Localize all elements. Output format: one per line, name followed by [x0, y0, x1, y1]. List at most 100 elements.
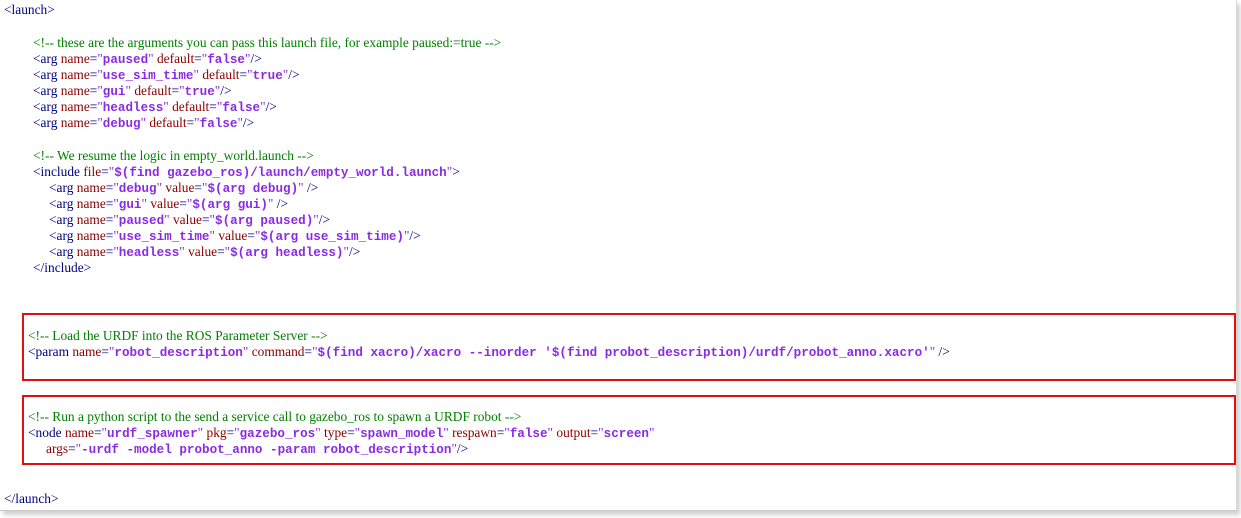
code-token-tag: <param [28, 344, 73, 359]
code-token-string: debug [118, 182, 157, 196]
code-line-arg-gui: <arg name="gui" default="true"/> [33, 83, 232, 99]
code-token-tag: <arg [33, 99, 61, 114]
code-token-tag: /> [409, 228, 421, 243]
code-token-string: gazebo_ros [239, 427, 316, 441]
code-line-include-open: <include file="$(find gazebo_ros)/launch… [33, 164, 460, 180]
code-token-equals: = [201, 212, 210, 227]
code-token-tag: /> [938, 344, 950, 359]
code-token-attribute: value [150, 196, 180, 211]
code-line-launch-open: <launch> [4, 2, 55, 18]
code-token-quote: " [179, 244, 189, 259]
code-token-tag: <arg [49, 228, 77, 243]
code-token-tag: <arg [49, 196, 77, 211]
code-token-string: gui [118, 198, 142, 212]
code-token-tag: <arg [33, 67, 61, 82]
code-token-attribute: respawn [452, 425, 497, 440]
code-token-equals: = [93, 425, 102, 440]
code-token-string: headless [118, 246, 180, 260]
code-token-equals: = [209, 99, 217, 114]
code-token-tag: <launch> [4, 2, 55, 17]
code-token-equals: = [68, 441, 76, 456]
code-token-tag: <node [28, 425, 65, 440]
code-token-quote: " [141, 196, 151, 211]
code-line-node-args: args="-urdf -model probot_anno -param ro… [46, 441, 468, 457]
code-token-equals: = [239, 67, 248, 82]
code-token-string: false [509, 427, 548, 441]
code-token-quote: " [163, 99, 173, 114]
code-token-quote: " [148, 51, 157, 66]
code-token-attribute: args [46, 441, 69, 456]
code-token-comment: <!-- We resume the logic in empty_world.… [33, 148, 314, 163]
code-token-attribute: name [76, 196, 106, 211]
code-line-launch-close: </launch> [4, 491, 59, 507]
code-token-attribute: default [202, 67, 240, 82]
code-token-string: $(arg headless) [230, 246, 344, 260]
code-token-attribute: pkg [206, 425, 227, 440]
code-token-string: use_sim_time [118, 230, 210, 244]
code-token-tag: <include [33, 164, 84, 179]
code-token-attribute: name [60, 99, 90, 114]
code-token-equals: = [347, 425, 355, 440]
code-line-include-arg-headless: <arg name="headless" value="$(arg headle… [49, 244, 360, 260]
code-token-equals: = [179, 196, 187, 211]
code-token-tag: <arg [49, 212, 77, 227]
code-token-string: $(arg debug) [207, 182, 299, 196]
code-token-attribute: name [76, 244, 106, 259]
code-token-equals: = [171, 83, 180, 98]
code-token-quote: " [443, 425, 453, 440]
code-line-param-robot-description: <param name="robot_description" command=… [28, 344, 950, 360]
code-line-include-close: </include> [33, 260, 91, 276]
code-line-node-urdf-spawner: <node name="urdf_spawner" pkg="gazebo_ro… [28, 425, 654, 441]
code-token-attribute: default [149, 115, 187, 130]
code-token-attribute: default [156, 51, 195, 66]
code-token-quote: " [193, 67, 203, 82]
code-token-string: -urdf -model probot_anno -param robot_de… [81, 443, 452, 457]
code-token-attribute: value [165, 180, 195, 195]
code-token-quote: " [209, 228, 219, 243]
code-token-comment: <!-- Load the URDF into the ROS Paramete… [28, 328, 328, 343]
code-token-quote: " [197, 425, 207, 440]
code-token-tag: /> [242, 115, 255, 130]
code-token-attribute: name [72, 344, 102, 359]
code-line-urdf-comment: <!-- Load the URDF into the ROS Paramete… [28, 328, 328, 344]
code-token-attribute: output [556, 425, 591, 440]
code-token-attribute: default [172, 99, 210, 114]
code-token-string: debug [102, 117, 141, 131]
code-token-string: use_sim_time [102, 69, 194, 83]
code-line-spawn-comment: <!-- Run a python script to the send a s… [28, 409, 521, 425]
code-token-tag: /> [276, 196, 289, 211]
code-viewer: <launch> <!-- these are the arguments yo… [0, 0, 1237, 511]
code-token-attribute: type [324, 425, 348, 440]
code-token-quote: " [929, 344, 939, 359]
code-token-tag: <arg [49, 244, 77, 259]
code-token-string: $(arg paused) [215, 214, 314, 228]
code-token-equals: = [194, 180, 202, 195]
code-token-quote: " [242, 344, 252, 359]
code-token-attribute: command [251, 344, 305, 359]
code-line-include-arg-use-sim-time: <arg name="use_sim_time" value="$(arg us… [49, 228, 421, 244]
code-token-tag: /> [220, 83, 232, 98]
code-token-string: $(find gazebo_ros)/launch/empty_world.la… [114, 166, 447, 180]
code-token-comment: <!-- these are the arguments you can pas… [33, 35, 502, 50]
code-token-attribute: default [134, 83, 172, 98]
code-token-tag: /> [288, 67, 300, 82]
code-token-attribute: name [76, 180, 106, 195]
code-token-tag: </include> [33, 260, 92, 275]
code-token-attribute: name [60, 51, 90, 66]
code-token-tag: /> [348, 244, 361, 259]
code-token-string: false [207, 53, 245, 67]
code-token-equals: = [247, 228, 255, 243]
code-line-arg-paused: <arg name="paused" default="false"/> [33, 51, 262, 67]
code-token-string: paused [102, 53, 149, 67]
code-token-tag: <arg [33, 83, 61, 98]
code-token-equals: = [101, 164, 109, 179]
code-token-attribute: value [188, 244, 218, 259]
code-line-resume-comment: <!-- We resume the logic in empty_world.… [33, 148, 314, 164]
code-token-quote: " [649, 425, 655, 440]
code-token-string: $(arg gui) [192, 198, 268, 212]
code-token-attribute: value [172, 212, 202, 227]
code-token-attribute: name [60, 67, 90, 82]
code-token-equals: = [304, 344, 313, 359]
code-token-tag: <arg [49, 180, 77, 195]
code-token-string: false [222, 101, 261, 115]
